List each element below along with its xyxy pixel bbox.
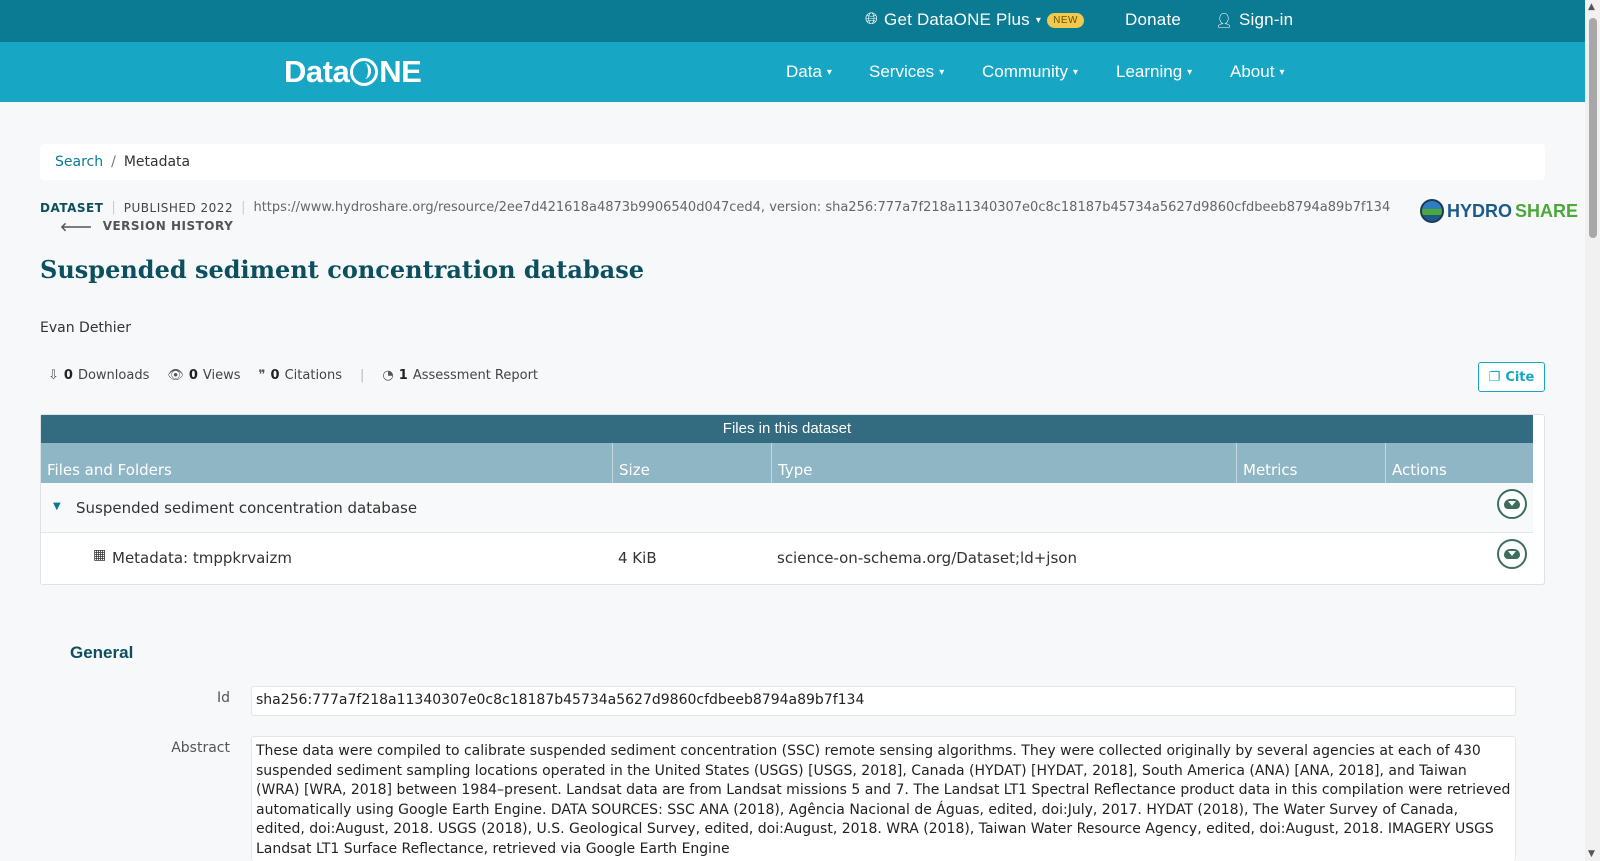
views-label: Views [202, 368, 241, 383]
get-dataone-plus-menu[interactable]: 🌐︎ Get DataONE Plus ▾ NEW [865, 10, 1084, 30]
general-section-title: General [70, 643, 134, 662]
scroll-up-icon[interactable]: ▲ [1588, 2, 1595, 12]
published-year: PUBLISHED 2022 [123, 200, 234, 215]
globe-icon: 🌐︎ [865, 11, 879, 28]
column-type: Type [772, 443, 1237, 483]
top-bar: 🌐︎ Get DataONE Plus ▾ NEW Donate 👤︎ Sign… [0, 0, 1585, 42]
dataset-author[interactable]: Evan Dethier [40, 320, 131, 336]
caret-down-icon[interactable]: ▼ [53, 501, 61, 512]
cloud-download-icon: ⇩ [48, 368, 59, 383]
divider: | [241, 200, 246, 215]
hydroshare-logo-text-1: HYDRO [1447, 200, 1513, 221]
quote-icon: ❞ [258, 368, 266, 383]
breadcrumb-search-link[interactable]: Search [55, 154, 103, 170]
nav-about[interactable]: About ▾ [1230, 62, 1284, 82]
scroll-down-icon[interactable]: ▼ [1588, 849, 1595, 859]
files-table-title: Files in this dataset [41, 415, 1533, 443]
assessment-report-count: 1 [398, 368, 408, 383]
id-value: sha256:777a7f218a11340307e0c8c18187b4573… [251, 686, 1516, 716]
sign-in-link[interactable]: 👤︎ Sign-in [1215, 10, 1293, 30]
divider: | [111, 200, 116, 215]
table-row[interactable]: ▼ Suspended sediment concentration datab… [41, 483, 1533, 533]
nav-services[interactable]: Services ▾ [869, 62, 944, 82]
citations-metric[interactable]: ❞ 0 Citations [259, 368, 342, 383]
hydroshare-repository-logo[interactable]: HYDRO SHARE [1420, 199, 1578, 223]
hydroshare-logo-text-2: SHARE [1515, 200, 1579, 221]
nav-community-label: Community [982, 62, 1068, 81]
cloud-download-icon [1504, 549, 1520, 559]
file-size: 4 KiB [618, 549, 657, 567]
cloud-download-icon [1504, 499, 1520, 509]
nav-learning[interactable]: Learning ▾ [1116, 62, 1192, 82]
scrollbar-thumb[interactable] [1589, 18, 1597, 238]
version-history-link[interactable]: 🡐︎ VERSION HISTORY [60, 219, 233, 234]
views-count: 0 [188, 368, 198, 383]
views-metric[interactable]: 👁︎ 0 Views [167, 368, 240, 383]
donate-link[interactable]: Donate [1125, 10, 1181, 30]
chevron-down-icon: ▾ [939, 66, 945, 78]
file-name[interactable]: Metadata: tmppkrvaizm [112, 549, 292, 567]
chevron-down-icon: ▾ [1279, 66, 1285, 78]
nav-learning-label: Learning [1116, 62, 1183, 81]
main-navbar: Data NE Data ▾ Services ▾ Community ▾ Learni… [0, 42, 1585, 102]
chevron-down-icon: ▾ [1035, 14, 1042, 26]
id-label: Id [216, 690, 230, 706]
abstract-label: Abstract [171, 740, 230, 756]
dataset-type-label: DATASET [40, 200, 104, 215]
breadcrumb-separator: / [111, 154, 116, 170]
downloads-label: Downloads [77, 368, 150, 383]
divider: | [360, 368, 365, 383]
version-history-label: VERSION HISTORY [102, 219, 234, 233]
folder-name[interactable]: Suspended sediment concentration databas… [76, 499, 417, 517]
chevron-down-icon: ▾ [1187, 66, 1193, 78]
nav-data[interactable]: Data ▾ [786, 62, 832, 82]
dataset-meta-line: DATASET | PUBLISHED 2022 | https://www.h… [40, 200, 1390, 215]
citations-label: Citations [284, 368, 343, 383]
eye-icon: 👁︎ [167, 368, 184, 383]
cite-label: Cite [1505, 369, 1535, 385]
dataset-identifier-url: https://www.hydroshare.org/resource/2ee7… [253, 200, 1391, 215]
logo-text-left: Data [284, 54, 350, 89]
chevron-down-icon: ▾ [1072, 66, 1078, 78]
files-table: Files in this dataset Files and Folders … [40, 414, 1545, 585]
assessment-report-metric[interactable]: ◔ 1 Assessment Report [382, 368, 538, 383]
assessment-report-label: Assessment Report [412, 368, 539, 383]
dataset-metrics: ⇩ 0 Downloads 👁︎ 0 Views ❞ 0 Citations |… [48, 368, 556, 383]
citations-count: 0 [270, 368, 280, 383]
new-badge: NEW [1047, 12, 1084, 28]
page-scrollbar[interactable]: ▲ ▼ [1585, 0, 1600, 861]
table-icon: ▦ [93, 547, 107, 563]
abstract-value: These data were compiled to calibrate su… [251, 736, 1516, 861]
downloads-count: 0 [63, 368, 73, 383]
files-table-header-row: Files and Folders Size Type Metrics Acti… [41, 443, 1533, 483]
download-folder-button[interactable] [1497, 489, 1527, 519]
logo-text-right: NE [379, 54, 422, 89]
gauge-icon: ◔ [382, 368, 394, 383]
cite-button[interactable]: ❐ Cite [1478, 362, 1545, 392]
nav-community[interactable]: Community ▾ [982, 62, 1078, 82]
nav-data-label: Data [786, 62, 822, 81]
file-type: science-on-schema.org/Dataset;ld+json [777, 549, 1077, 567]
arrow-left-icon: 🡐︎ [60, 220, 93, 234]
nav-about-label: About [1230, 62, 1275, 81]
column-actions: Actions [1392, 461, 1447, 479]
sign-in-label: Sign-in [1238, 10, 1294, 29]
nav-services-label: Services [869, 62, 935, 81]
column-metrics: Metrics [1237, 443, 1386, 483]
chevron-down-icon: ▾ [826, 66, 832, 78]
download-file-button[interactable] [1497, 539, 1527, 569]
globe-logo-icon [350, 58, 379, 86]
breadcrumb-current: Metadata [123, 154, 191, 170]
column-size: Size [613, 443, 772, 483]
column-files-and-folders: Files and Folders [41, 443, 613, 483]
user-icon: 👤︎ [1215, 11, 1233, 28]
dataset-title: Suspended sediment concentration databas… [40, 255, 644, 284]
copy-icon: ❐ [1488, 369, 1501, 385]
get-dataone-plus-label: Get DataONE Plus [884, 10, 1030, 29]
table-row[interactable]: ▦ Metadata: tmppkrvaizm 4 KiB science-on… [41, 533, 1533, 583]
breadcrumb: Search / Metadata [40, 144, 1545, 180]
hydroshare-globe-icon [1420, 199, 1444, 223]
downloads-metric[interactable]: ⇩ 0 Downloads [48, 368, 149, 383]
dataone-logo[interactable]: Data NE [284, 54, 422, 90]
